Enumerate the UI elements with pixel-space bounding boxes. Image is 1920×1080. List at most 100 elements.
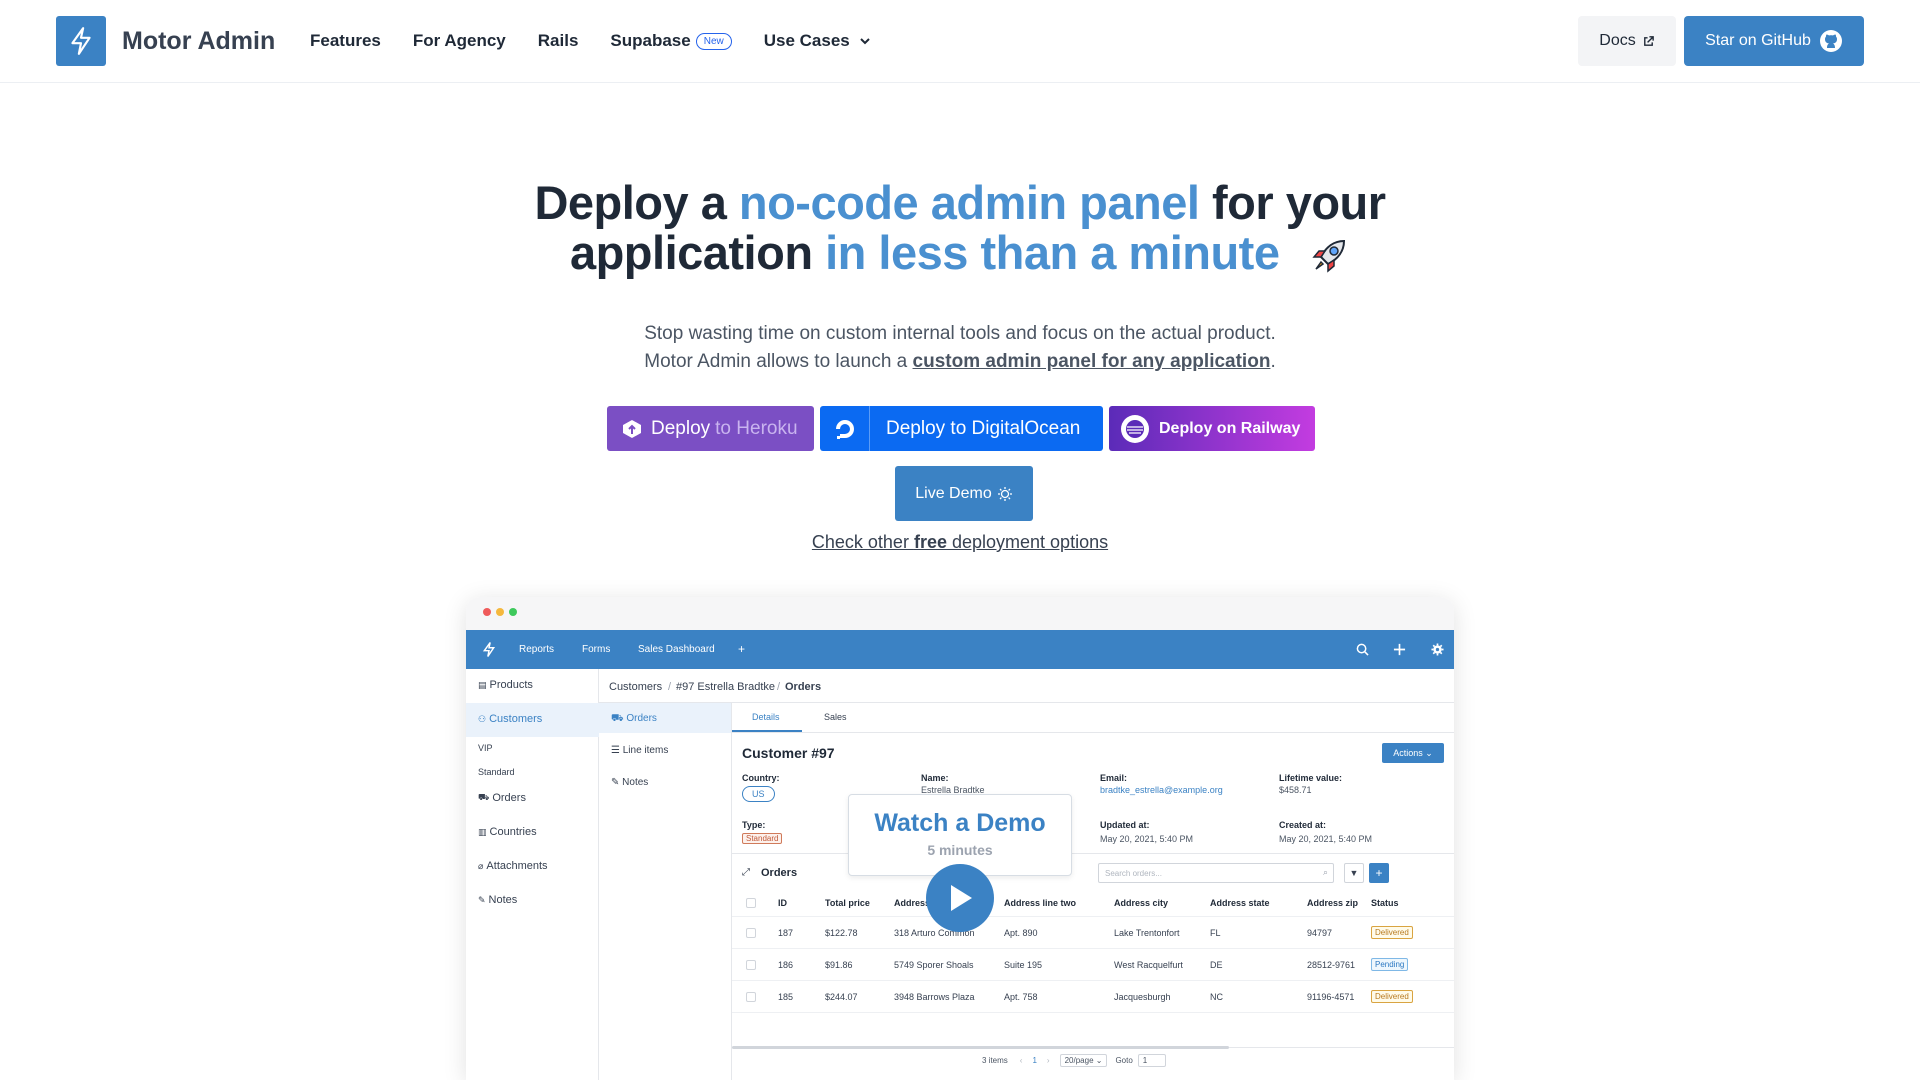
column-header[interactable]: ID <box>778 898 787 908</box>
horizontal-scrollbar[interactable] <box>732 1046 1229 1049</box>
column-header[interactable]: Address <box>894 898 930 908</box>
column-header[interactable]: Address zip <box>1307 898 1358 908</box>
field-value: May 20, 2021, 5:40 PM <box>1100 834 1194 844</box>
breadcrumb-orders: Orders <box>785 681 822 693</box>
orders-search-input[interactable]: Search orders... ⌕ <box>1098 863 1334 883</box>
breadcrumb-customer-record[interactable]: #97 Estrella Bradtke <box>676 681 775 693</box>
nav-link-features[interactable]: Features <box>310 31 381 51</box>
cell-zip: 28512-9761 <box>1307 960 1356 970</box>
goto-input[interactable]: 1 <box>1137 1054 1166 1067</box>
play-video-button[interactable] <box>926 864 994 932</box>
gear-icon[interactable] <box>1431 643 1444 656</box>
sidebar-item-notes[interactable]: ✎ Notes <box>478 894 517 906</box>
row-checkbox[interactable] <box>746 992 756 1002</box>
app-nav-forms[interactable]: Forms <box>582 644 610 655</box>
subnav-label: Notes <box>622 777 649 788</box>
sidebar-item-countries[interactable]: ▥ Countries <box>478 826 537 838</box>
column-header[interactable]: Address state <box>1210 898 1270 908</box>
cell-city: Jacquesburgh <box>1114 992 1171 1002</box>
add-order-button[interactable]: + <box>1369 863 1389 883</box>
table-row[interactable]: 186 $91.86 5749 Sporer Shoals Suite 195 … <box>732 949 1454 981</box>
lightbulb-icon <box>997 486 1012 501</box>
sidebar-item-orders[interactable]: ⛟ Orders <box>478 792 526 804</box>
sidebar-item-customers[interactable]: ⚇ Customers <box>478 713 542 725</box>
app-nav-add[interactable]: + <box>738 642 745 656</box>
search-icon[interactable] <box>1356 643 1369 656</box>
map-icon: ▥ <box>478 826 487 837</box>
breadcrumb-customers[interactable]: Customers <box>609 681 662 693</box>
record-main: Details Sales Customer #97 Actions ⌄ Cou… <box>732 703 1454 1080</box>
filter-button[interactable]: ▼ <box>1344 863 1364 883</box>
lightning-icon <box>71 27 91 55</box>
deploy-heroku-button[interactable]: Deploy to Heroku <box>607 406 814 451</box>
subnav-line-items[interactable]: ☰ Line items <box>611 745 668 756</box>
next-page-icon[interactable]: › <box>1047 1056 1050 1065</box>
subnav-notes[interactable]: ✎ Notes <box>611 777 648 788</box>
deploy-digitalocean-button[interactable]: Deploy to DigitalOcean <box>820 406 1103 451</box>
field-label: Created at: <box>1279 820 1327 830</box>
expand-icon[interactable]: ⤢ <box>742 867 750 878</box>
window-close-dot <box>483 608 491 616</box>
column-header[interactable]: Status <box>1371 898 1399 908</box>
star-on-github-button[interactable]: Star on GitHub <box>1684 16 1864 66</box>
field-value: $458.71 <box>1279 785 1312 795</box>
nav-link-agency[interactable]: For Agency <box>413 31 506 51</box>
table-row[interactable]: 187 $122.78 318 Arturo Common Apt. 890 L… <box>732 917 1454 949</box>
deploy-railway-button[interactable]: Deploy on Railway <box>1109 406 1315 451</box>
select-all-checkbox[interactable] <box>746 898 756 908</box>
prev-page-icon[interactable]: ‹ <box>1020 1056 1023 1065</box>
field-label: Email: <box>1100 773 1128 783</box>
sidebar-item-label: Countries <box>489 826 537 838</box>
custom-admin-panel-link[interactable]: custom admin panel for any application <box>913 351 1271 372</box>
external-link-icon <box>1643 35 1654 46</box>
docs-button[interactable]: Docs <box>1578 16 1676 66</box>
cell-state: FL <box>1210 928 1221 938</box>
cell-city: West Racquelfurt <box>1114 960 1183 970</box>
cell-total: $122.78 <box>825 928 858 938</box>
type-badge: Standard <box>742 833 783 844</box>
top-navbar: Motor Admin Features For Agency Rails Su… <box>0 0 1920 83</box>
sidebar-item-vip[interactable]: VIP <box>478 743 493 753</box>
row-checkbox[interactable] <box>746 928 756 938</box>
window-maximize-dot <box>509 608 517 616</box>
plus-icon[interactable] <box>1393 643 1406 656</box>
column-header[interactable]: Address city <box>1114 898 1168 908</box>
hero-title-part: application <box>569 226 826 279</box>
app-nav-reports[interactable]: Reports <box>519 644 554 655</box>
sidebar-item-products[interactable]: ▤ Products <box>478 679 533 691</box>
sidebar-item-attachments[interactable]: ⌀ Attachments <box>478 860 548 872</box>
app-nav-sales-dashboard[interactable]: Sales Dashboard <box>638 644 715 655</box>
table-row[interactable]: 185 $244.07 3948 Barrows Plaza Apt. 758 … <box>732 981 1454 1013</box>
status-badge: Delivered <box>1371 990 1413 1003</box>
subnav-label: Orders <box>626 713 657 724</box>
sidebar-item-label: Attachments <box>486 860 548 872</box>
other-deployment-options-link[interactable]: Check other free deployment options <box>0 532 1920 553</box>
nav-link-supabase-label: Supabase <box>610 31 691 50</box>
per-page-select[interactable]: 20/page ⌄ <box>1059 1054 1108 1067</box>
pagination: 3 items ‹ 1 › 20/page ⌄ Goto 1 <box>982 1054 1166 1067</box>
deploy-buttons: Deploy to Heroku Deploy to DigitalOcean … <box>607 406 1315 451</box>
table-icon: ▤ <box>478 679 487 690</box>
cell-total: $91.86 <box>825 960 853 970</box>
hero-title-line2: application in less than a minute <box>0 228 1920 279</box>
page-number[interactable]: 1 <box>1032 1056 1036 1065</box>
subnav-label: Line items <box>622 745 669 756</box>
actions-button[interactable]: Actions ⌄ <box>1382 743 1444 763</box>
chevron-down-icon <box>860 38 870 45</box>
subnav-orders[interactable]: ⛟ Orders <box>611 713 657 726</box>
subtitle-text: Motor Admin allows to launch a <box>644 351 913 372</box>
nav-link-supabase[interactable]: Supabase New <box>610 31 732 51</box>
column-header[interactable]: Total price <box>825 898 870 908</box>
email-link[interactable]: bradtke_estrella@example.org <box>1100 785 1223 795</box>
logo[interactable] <box>56 16 106 66</box>
brand-name[interactable]: Motor Admin <box>122 27 275 56</box>
tab-sales[interactable]: Sales <box>824 712 847 722</box>
tab-details[interactable]: Details <box>752 712 780 722</box>
nav-link-use-cases[interactable]: Use Cases <box>764 31 871 51</box>
nav-link-rails[interactable]: Rails <box>538 31 579 51</box>
column-header[interactable]: Address line two <box>1004 898 1076 908</box>
nav-link-use-cases-label: Use Cases <box>763 31 850 50</box>
live-demo-button[interactable]: Live Demo <box>895 466 1033 521</box>
sidebar-item-standard[interactable]: Standard <box>478 767 515 777</box>
row-checkbox[interactable] <box>746 960 756 970</box>
